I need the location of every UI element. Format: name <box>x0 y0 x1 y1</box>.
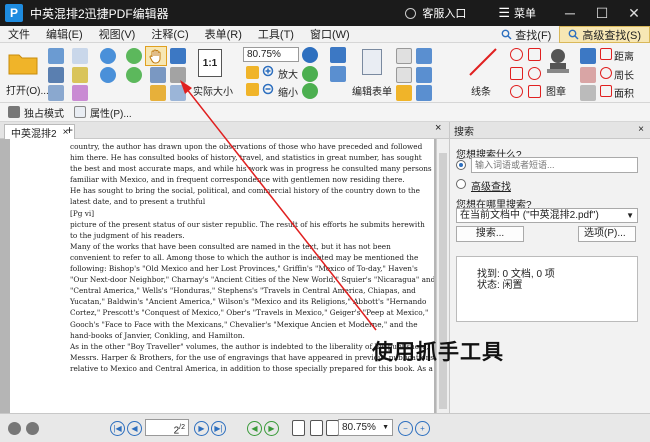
annotation-arrow <box>180 80 377 331</box>
annotation-text: 使用抓手工具 <box>372 341 504 364</box>
